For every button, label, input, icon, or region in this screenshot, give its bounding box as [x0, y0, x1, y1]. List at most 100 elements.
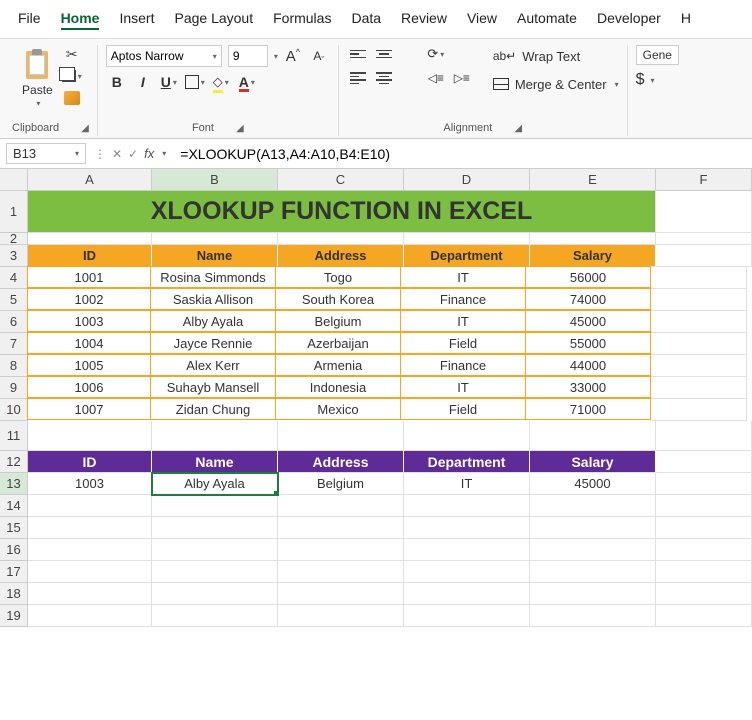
row-header-7[interactable]: 7	[0, 333, 28, 355]
cell-D16[interactable]	[404, 539, 530, 561]
row-header-12[interactable]: 12	[0, 451, 28, 473]
col-header-B[interactable]: B	[152, 169, 278, 190]
table-header-department[interactable]: Department	[404, 245, 530, 267]
menu-help[interactable]: H	[681, 8, 691, 30]
cell-B16[interactable]	[152, 539, 278, 561]
lookup-cell-department[interactable]: IT	[404, 473, 530, 495]
cell-C2[interactable]	[278, 233, 404, 245]
menu-file[interactable]: File	[18, 8, 41, 30]
chevron-down-icon[interactable]: ▾	[36, 99, 40, 108]
underline-button[interactable]: U▾	[158, 73, 180, 91]
row-header-5[interactable]: 5	[0, 289, 28, 311]
table-cell-E4[interactable]: 56000	[525, 266, 651, 288]
table-cell-C6[interactable]: Belgium	[275, 310, 401, 332]
menu-home[interactable]: Home	[61, 8, 100, 30]
decrease-font-button[interactable]: Aˇ	[308, 47, 330, 65]
chevron-down-icon[interactable]: ▾	[213, 52, 217, 61]
cell-E19[interactable]	[530, 605, 656, 627]
cell-C11[interactable]	[278, 421, 404, 451]
increase-font-button[interactable]: A^	[282, 47, 304, 65]
cell-F15[interactable]	[656, 517, 752, 539]
cell-B19[interactable]	[152, 605, 278, 627]
cell-E16[interactable]	[530, 539, 656, 561]
cell-D18[interactable]	[404, 583, 530, 605]
cell-A14[interactable]	[28, 495, 152, 517]
formula-bar[interactable]	[174, 144, 746, 164]
italic-button[interactable]: I	[132, 73, 154, 91]
cell-F11[interactable]	[656, 421, 752, 451]
menu-view[interactable]: View	[467, 8, 497, 30]
cell-E15[interactable]	[530, 517, 656, 539]
table-cell-D5[interactable]: Finance	[400, 288, 526, 310]
cell-B18[interactable]	[152, 583, 278, 605]
align-bottom-button[interactable]	[399, 45, 421, 63]
lookup-header-department[interactable]: Department	[404, 451, 530, 473]
clipboard-dialog-launcher[interactable]: ◢	[81, 123, 89, 134]
format-painter-button[interactable]	[61, 89, 83, 107]
bold-button[interactable]: B	[106, 73, 128, 91]
col-header-A[interactable]: A	[28, 169, 152, 190]
font-dialog-launcher[interactable]: ◢	[236, 123, 244, 134]
row-header-19[interactable]: 19	[0, 605, 28, 627]
currency-button[interactable]: $	[636, 71, 645, 89]
row-header-11[interactable]: 11	[0, 421, 28, 451]
font-size-input[interactable]	[228, 45, 268, 67]
cell-F7[interactable]	[651, 333, 747, 355]
cell-D15[interactable]	[404, 517, 530, 539]
table-cell-D8[interactable]: Finance	[400, 354, 526, 376]
paste-button[interactable]: Paste ▾	[18, 45, 57, 112]
cell-F16[interactable]	[656, 539, 752, 561]
table-cell-C9[interactable]: Indonesia	[275, 376, 401, 398]
cell-B14[interactable]	[152, 495, 278, 517]
row-header-1[interactable]: 1	[0, 191, 28, 233]
table-cell-E8[interactable]: 44000	[525, 354, 651, 376]
row-header-9[interactable]: 9	[0, 377, 28, 399]
row-header-3[interactable]: 3	[0, 245, 28, 267]
row-header-2[interactable]: 2	[0, 233, 28, 245]
select-all-corner[interactable]	[0, 169, 28, 191]
cell-B15[interactable]	[152, 517, 278, 539]
cell-F1[interactable]	[656, 191, 752, 233]
table-header-name[interactable]: Name	[152, 245, 278, 267]
col-header-D[interactable]: D	[404, 169, 530, 190]
cell-C15[interactable]	[278, 517, 404, 539]
table-cell-C5[interactable]: South Korea	[275, 288, 401, 310]
cell-D14[interactable]	[404, 495, 530, 517]
cell-B17[interactable]	[152, 561, 278, 583]
table-cell-D9[interactable]: IT	[400, 376, 526, 398]
row-header-8[interactable]: 8	[0, 355, 28, 377]
cell-F4[interactable]	[651, 267, 747, 289]
table-cell-D6[interactable]: IT	[400, 310, 526, 332]
menu-insert[interactable]: Insert	[119, 8, 154, 30]
cell-F6[interactable]	[651, 311, 747, 333]
lookup-cell-name[interactable]: Alby Ayala	[152, 473, 278, 495]
orientation-button[interactable]: ⟳▾	[425, 45, 447, 63]
table-cell-B5[interactable]: Saskia Allison	[150, 288, 276, 310]
cancel-formula-button[interactable]: ✕	[112, 147, 122, 161]
table-cell-D4[interactable]: IT	[400, 266, 526, 288]
align-left-button[interactable]	[347, 69, 369, 87]
cell-C14[interactable]	[278, 495, 404, 517]
row-header-13[interactable]: 13	[0, 473, 28, 495]
table-cell-B4[interactable]: Rosina Simmonds	[150, 266, 276, 288]
font-color-button[interactable]: A▾	[236, 73, 258, 91]
lookup-cell-salary[interactable]: 45000	[530, 473, 656, 495]
cell-D2[interactable]	[404, 233, 530, 245]
lookup-cell-id[interactable]: 1003	[28, 473, 152, 495]
merge-center-button[interactable]: Merge & Center ▾	[493, 73, 619, 95]
lookup-header-address[interactable]: Address	[278, 451, 404, 473]
cell-A11[interactable]	[28, 421, 152, 451]
cell-D19[interactable]	[404, 605, 530, 627]
cell-F3[interactable]	[656, 245, 752, 267]
wrap-text-button[interactable]: ab↵ Wrap Text	[493, 45, 619, 67]
chevron-down-icon[interactable]: ▾	[274, 52, 278, 61]
align-top-button[interactable]	[347, 45, 369, 63]
enter-formula-button[interactable]: ✓	[128, 147, 138, 161]
table-cell-E10[interactable]: 71000	[525, 398, 651, 420]
table-cell-A8[interactable]: 1005	[27, 354, 151, 376]
copy-button[interactable]: ▾	[61, 67, 83, 85]
cell-B11[interactable]	[152, 421, 278, 451]
font-name-input[interactable]	[111, 49, 211, 63]
cell-F9[interactable]	[651, 377, 747, 399]
cell-F17[interactable]	[656, 561, 752, 583]
